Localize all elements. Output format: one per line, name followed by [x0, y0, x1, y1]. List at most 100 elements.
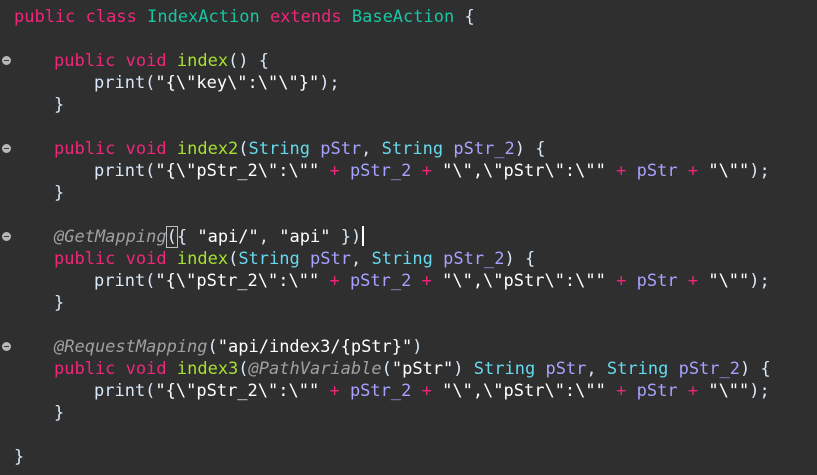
string-literal: "api/index3/{pStr}" — [217, 337, 413, 357]
code-line-content: @GetMapping({ "api/", "api" }) — [54, 226, 365, 248]
print-call: print( — [94, 73, 156, 93]
keyword-public: public — [14, 7, 76, 27]
fold-collapse-icon[interactable] — [2, 342, 11, 351]
code-line-9: } — [0, 182, 817, 204]
param-name: pStr — [545, 359, 587, 379]
plus-operator: + — [616, 381, 627, 401]
code-line-content: @RequestMapping("api/index3/{pStr}") — [54, 336, 423, 358]
brace-close: } — [54, 403, 65, 423]
param-name: pStr_2 — [453, 139, 515, 159]
param-type: String — [606, 359, 669, 379]
param-type: String — [473, 359, 536, 379]
code-line-content: public void index3(@PathVariable("pStr")… — [54, 358, 771, 380]
plus-operator: + — [329, 161, 340, 181]
code-line-content: } — [54, 402, 64, 424]
text-cursor — [362, 226, 365, 246]
plus-operator: + — [329, 271, 340, 291]
method-signature-end: () { — [228, 51, 270, 71]
fold-collapse-icon[interactable] — [2, 232, 11, 241]
paren-open: ( — [228, 249, 239, 269]
paren-close: ) — [453, 359, 464, 379]
code-line-content: print("{\"key\":\"\"}"); — [94, 72, 340, 94]
plus-operator: + — [616, 161, 627, 181]
keyword-public: public — [54, 139, 116, 159]
brace-open: { — [176, 227, 188, 247]
string-literal: "{\"pStr_2\":\"" — [155, 381, 320, 401]
string-literal: "\",\"pStr\":\"" — [442, 161, 606, 181]
keyword-extends: extends — [269, 7, 342, 27]
string-literal: "\"" — [708, 381, 750, 401]
plus-operator: + — [687, 271, 699, 291]
code-line-4: print("{\"key\":\"\"}"); — [0, 72, 817, 94]
string-literal: "\",\"pStr\":\"" — [442, 381, 606, 401]
brace-close: } — [54, 95, 65, 115]
variable: pStr — [636, 161, 678, 181]
string-literal: "\",\"pStr\":\"" — [442, 271, 606, 291]
code-line-3: public void index() { — [0, 50, 817, 72]
code-line-content: } — [14, 446, 24, 468]
call-end: ); — [749, 271, 770, 291]
code-line-12: public void index(String pStr, String pS… — [0, 248, 817, 270]
call-end: ); — [749, 161, 770, 181]
code-line-content: } — [54, 292, 64, 314]
plus-operator: + — [687, 381, 699, 401]
code-editor[interactable]: public class IndexAction extends BaseAct… — [0, 0, 817, 475]
method-name: index — [176, 51, 229, 71]
param-name: pStr — [309, 249, 351, 269]
plus-operator: + — [329, 381, 340, 401]
string-literal: "{\"pStr_2\":\"" — [155, 161, 320, 181]
string-literal: "\"" — [708, 271, 750, 291]
code-line-18: print("{\"pStr_2\":\"" + pStr_2 + "\",\"… — [0, 380, 817, 402]
code-line-8: print("{\"pStr_2\":\"" + pStr_2 + "\",\"… — [0, 160, 817, 182]
comma: , — [361, 139, 372, 159]
code-line-content: print("{\"pStr_2\":\"" + pStr_2 + "\",\"… — [94, 380, 770, 402]
code-line-content: public void index() { — [54, 50, 269, 72]
keyword-void: void — [125, 139, 167, 159]
keyword-void: void — [125, 359, 167, 379]
annotation-end: }) — [340, 227, 362, 247]
fold-collapse-icon[interactable] — [2, 56, 11, 65]
fold-collapse-icon[interactable] — [2, 144, 11, 153]
brace-close: } — [54, 183, 65, 203]
code-line-content: public void index2(String pStr, String p… — [54, 138, 545, 160]
param-name: pStr_2 — [678, 359, 740, 379]
plus-operator: + — [421, 381, 432, 401]
code-line-content: } — [54, 182, 64, 204]
code-line-content: print("{\"pStr_2\":\"" + pStr_2 + "\",\"… — [94, 270, 770, 292]
string-literal: "\"" — [708, 161, 750, 181]
variable: pStr_2 — [349, 161, 412, 181]
param-type: String — [381, 139, 444, 159]
annotation: @RequestMapping — [54, 337, 208, 357]
string-literal: "api/" — [197, 227, 259, 247]
code-line-content: public void index(String pStr, String pS… — [54, 248, 535, 270]
param-type: String — [248, 139, 310, 159]
code-line-7: public void index2(String pStr, String p… — [0, 138, 817, 160]
brace-close: } — [14, 447, 25, 467]
variable: pStr — [636, 271, 678, 291]
method-signature-end: ) { — [740, 359, 771, 379]
code-line-content: print("{\"pStr_2\":\"" + pStr_2 + "\",\"… — [94, 160, 770, 182]
comma: , — [586, 359, 597, 379]
string-literal: "{\"key\":\"\"}" — [155, 73, 320, 93]
annotation: @PathVariable — [248, 359, 382, 379]
brace-open: { — [464, 7, 475, 27]
param-type: String — [238, 249, 300, 269]
paren-close: ) — [412, 337, 423, 357]
method-name: index2 — [176, 139, 239, 159]
paren-open: ( — [238, 139, 249, 159]
code-line-content: } — [54, 94, 64, 116]
param-type: String — [371, 249, 433, 269]
keyword-class: class — [85, 7, 137, 27]
code-line-14: } — [0, 292, 817, 314]
code-line-19: } — [0, 402, 817, 424]
print-call: print( — [94, 271, 156, 291]
class-name: IndexAction — [147, 7, 260, 27]
variable: pStr_2 — [349, 271, 412, 291]
print-call: print( — [94, 161, 156, 181]
call-end: ); — [749, 381, 770, 401]
code-line-16: @RequestMapping("api/index3/{pStr}") — [0, 336, 817, 358]
keyword-public: public — [54, 249, 116, 269]
code-line-5: } — [0, 94, 817, 116]
plus-operator: + — [616, 271, 627, 291]
keyword-void: void — [125, 51, 167, 71]
